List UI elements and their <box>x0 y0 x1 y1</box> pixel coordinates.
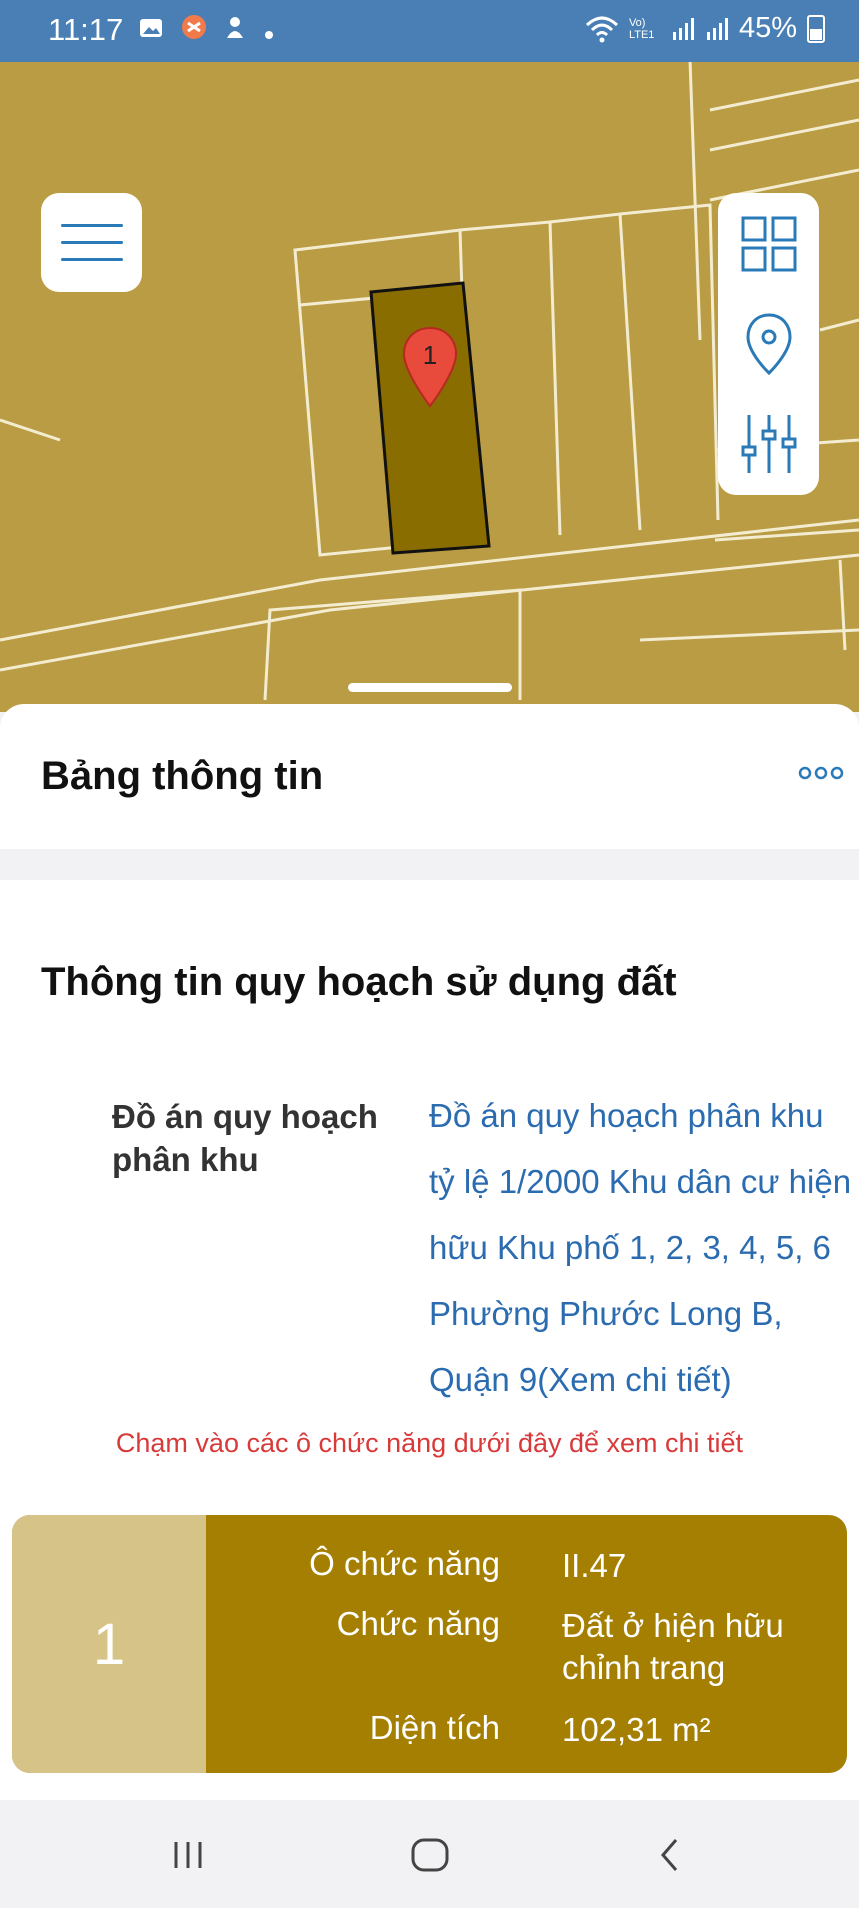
filter-button[interactable] <box>718 399 819 489</box>
function-row-value: Đất ở hiện hữu chỉnh trang <box>562 1607 784 1686</box>
back-button[interactable] <box>640 1830 700 1880</box>
home-button[interactable] <box>400 1830 460 1880</box>
function-row-label: Ô chức năng <box>309 1545 500 1582</box>
drag-handle[interactable] <box>348 683 512 692</box>
function-row-label: Chức năng <box>336 1605 500 1642</box>
recent-apps-icon <box>174 1842 202 1868</box>
hint-text: Chạm vào các ô chức năng dưới đây để xem… <box>115 1428 744 1458</box>
recent-apps-button[interactable] <box>158 1830 218 1880</box>
map-view[interactable]: 1 <box>0 62 859 712</box>
function-row-value: II.47 <box>562 1547 627 1584</box>
plan-link[interactable]: Đồ án quy hoạch phân khu tỷ lệ 1/2000 Kh… <box>429 1083 854 1413</box>
network-label: Vo) LTE1 <box>628 16 655 41</box>
battery-percent: 45% <box>738 12 797 44</box>
signal-icon <box>672 17 694 40</box>
location-pin-icon <box>745 313 792 376</box>
more-horizontal-icon[interactable] <box>798 766 844 780</box>
image-icon <box>140 19 162 37</box>
status-right: Vo) LTE1 45% <box>585 12 825 45</box>
signal-icon <box>706 17 728 40</box>
function-cell-card[interactable]: 1 Ô chức năng II.47 Chức năng Đất ở hiện… <box>12 1515 847 1773</box>
system-nav-bar <box>0 1800 859 1908</box>
menu-button[interactable] <box>41 193 142 292</box>
grid-icon <box>741 216 796 272</box>
map-tools <box>718 193 819 495</box>
function-cell-number: 1 <box>12 1515 206 1773</box>
status-bar: 11:17 Vo) LTE1 45% <box>0 0 859 62</box>
dot-icon <box>264 31 273 39</box>
marker-label: 1 <box>423 340 437 370</box>
info-panel-header: Bảng thông tin <box>0 704 859 849</box>
app-icon <box>182 15 207 39</box>
back-icon <box>661 1839 678 1871</box>
map-marker-icon[interactable]: 1 <box>402 326 458 410</box>
panel-title: Bảng thông tin <box>41 754 324 798</box>
section-title: Thông tin quy hoạch sử dụng đất <box>41 960 677 1004</box>
plan-label: Đồ án quy hoạch phân khu <box>112 1098 378 1178</box>
app-icon <box>227 17 244 38</box>
menu-icon <box>60 224 123 227</box>
notification-icons <box>138 14 274 47</box>
wifi-icon <box>585 16 618 42</box>
function-row-value: 102,31 m² <box>562 1711 711 1748</box>
function-row-label: Diện tích <box>369 1709 500 1746</box>
home-icon <box>411 1838 449 1872</box>
status-time: 11:17 <box>48 12 124 47</box>
battery-icon <box>807 14 825 43</box>
sliders-icon <box>741 415 796 473</box>
layers-button[interactable] <box>718 199 819 289</box>
land-use-info: Thông tin quy hoạch sử dụng đất Đồ án qu… <box>0 880 859 1800</box>
locate-button[interactable] <box>718 299 819 389</box>
